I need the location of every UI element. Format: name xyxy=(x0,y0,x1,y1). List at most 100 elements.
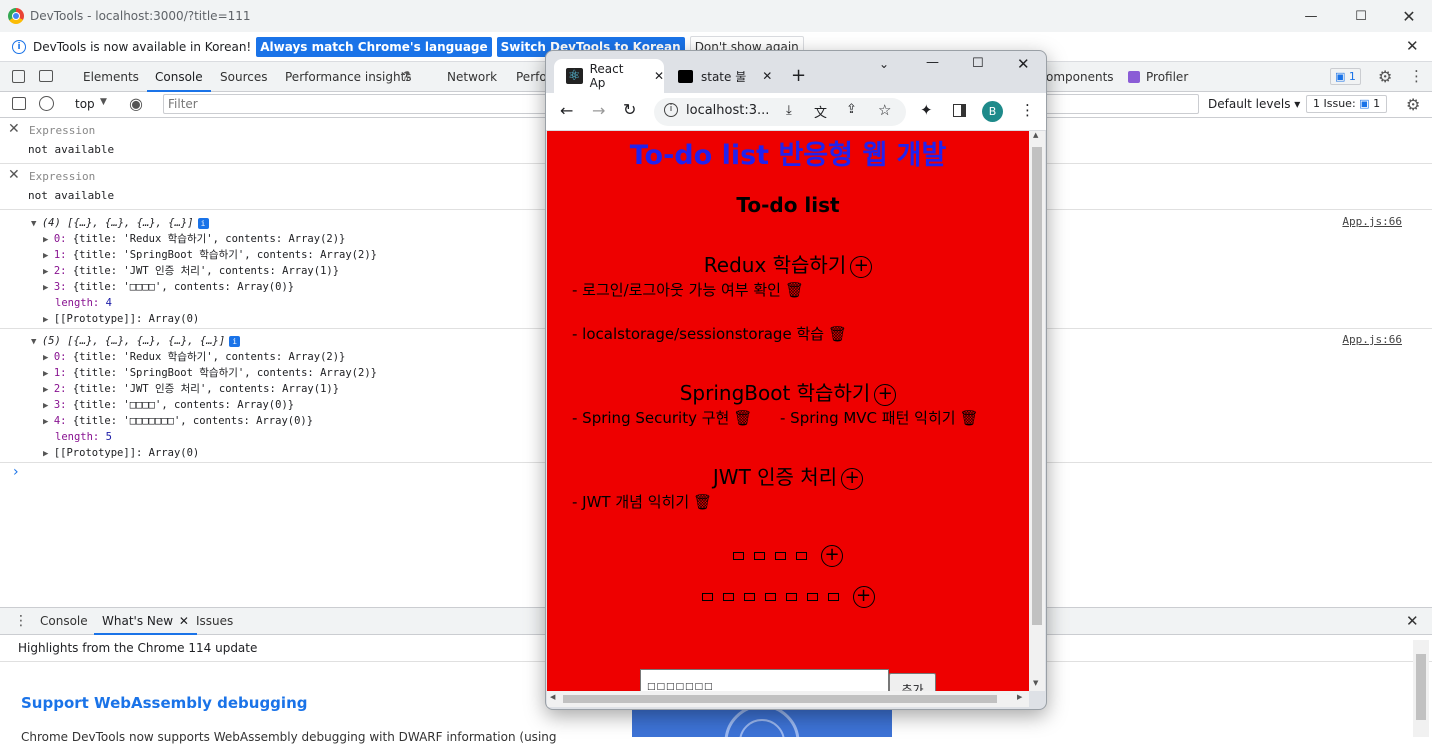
array-header[interactable]: ▼ (4) [{…}, {…}, {…}, {…}] i xyxy=(31,215,209,231)
array-item[interactable]: ▶ 1: {title: 'SpringBoot 학습하기', contents… xyxy=(43,365,377,381)
drawer-scrollbar[interactable] xyxy=(1413,640,1429,737)
drawer-menu-icon[interactable]: ⋮ xyxy=(14,613,28,629)
close-window-button[interactable]: ✕ xyxy=(1386,0,1432,32)
address-bar[interactable]: i localhost:3... ⤓ 文 ⇪ ☆ xyxy=(654,98,906,126)
tab-search-icon[interactable]: ⌄ xyxy=(879,57,889,71)
expression-label[interactable]: Expression xyxy=(29,124,95,137)
tab-network[interactable]: Network xyxy=(447,62,497,92)
popup-minimize-button[interactable]: — xyxy=(926,55,939,70)
array-item[interactable]: ▶ 1: {title: 'SpringBoot 학습하기', contents… xyxy=(43,247,377,263)
drawer-tab-issues[interactable]: Issues xyxy=(196,608,233,635)
drawer-tab-whats-new[interactable]: What's New ✕ xyxy=(94,608,197,635)
whats-new-title[interactable]: Support WebAssembly debugging xyxy=(21,694,307,712)
popup-horizontal-scrollbar[interactable]: ◀ ▶ xyxy=(547,691,1029,707)
expression-label[interactable]: Expression xyxy=(29,170,95,183)
popup-hscrollbar-thumb[interactable] xyxy=(563,695,997,703)
add-item-circle-icon[interactable]: + xyxy=(821,545,843,567)
array-prototype[interactable]: ▶ [[Prototype]]: Array(0) xyxy=(43,311,199,327)
extensions-puzzle-icon[interactable]: ✦ xyxy=(920,101,933,119)
scroll-up-icon[interactable]: ▲ xyxy=(1033,131,1038,139)
popup-close-button[interactable]: ✕ xyxy=(1017,55,1030,73)
trash-icon[interactable]: 🗑 xyxy=(828,325,847,343)
context-selector[interactable]: top xyxy=(75,97,95,111)
profile-avatar[interactable]: B xyxy=(982,101,1003,122)
array-item[interactable]: ▶ 2: {title: 'JWT 인증 처리', contents: Arra… xyxy=(43,263,339,279)
site-info-icon[interactable]: i xyxy=(664,103,678,117)
reload-icon[interactable]: ↻ xyxy=(623,100,636,119)
new-tab-icon[interactable]: + xyxy=(791,65,806,86)
popup-tab-state[interactable]: state 불 ✕ xyxy=(666,59,778,93)
trash-icon[interactable]: 🗑 xyxy=(693,493,712,511)
inspect-element-icon[interactable] xyxy=(12,70,25,83)
add-button[interactable]: 추가 xyxy=(889,673,936,691)
array-item[interactable]: ▶ 3: {title: '□□□□', contents: Array(0)} xyxy=(43,279,294,295)
remove-expression-icon[interactable]: ✕ xyxy=(8,167,20,183)
forward-arrow-icon[interactable]: → xyxy=(592,101,605,120)
array-item[interactable]: ▶ 0: {title: 'Redux 학습하기', contents: Arr… xyxy=(43,231,345,247)
tab-components[interactable]: omponents xyxy=(1046,62,1114,92)
close-tab-icon[interactable]: ✕ xyxy=(654,69,664,83)
browser-menu-icon[interactable]: ⋮ xyxy=(1020,101,1035,119)
clear-console-icon[interactable] xyxy=(39,96,54,111)
more-options-icon[interactable]: ⋮ xyxy=(1409,67,1424,85)
trash-icon[interactable]: 🗑 xyxy=(733,409,752,427)
drawer-tab-console[interactable]: Console xyxy=(40,608,88,635)
device-toolbar-icon[interactable] xyxy=(39,70,53,82)
tab-elements[interactable]: Elements xyxy=(83,62,139,92)
console-prompt[interactable]: › xyxy=(13,464,19,480)
new-group-input[interactable]: □□□□□□□ xyxy=(640,669,889,691)
settings-gear-icon[interactable]: ⚙ xyxy=(1378,67,1392,86)
array-prototype[interactable]: ▶ [[Prototype]]: Array(0) xyxy=(43,445,199,461)
live-expression-eye-icon[interactable]: ◉ xyxy=(129,94,143,113)
close-tab-icon[interactable]: ✕ xyxy=(179,614,189,628)
log-levels-dropdown[interactable]: Default levels ▾ xyxy=(1208,97,1300,111)
tab-profiler[interactable]: Profiler xyxy=(1146,62,1188,92)
issues-counter[interactable]: 1 Issue: ▣ 1 xyxy=(1306,95,1388,113)
array-item[interactable]: ▶ 2: {title: 'JWT 인증 처리', contents: Arra… xyxy=(43,381,339,397)
group-title: SpringBoot 학습하기 + xyxy=(547,377,1029,406)
sidebar-toggle-icon[interactable] xyxy=(12,97,26,110)
array-item[interactable]: ▶ 4: {title: '□□□□□□□', contents: Array(… xyxy=(43,413,313,429)
scroll-right-icon[interactable]: ▶ xyxy=(1017,693,1022,701)
side-panel-icon[interactable] xyxy=(953,104,966,117)
tab-sources[interactable]: Sources xyxy=(220,62,267,92)
messages-badge[interactable]: ▣ 1 xyxy=(1330,68,1361,85)
popup-scrollbar-thumb[interactable] xyxy=(1032,147,1042,625)
console-settings-icon[interactable]: ⚙ xyxy=(1406,95,1420,114)
add-item-circle-icon[interactable]: + xyxy=(850,255,873,278)
tab-performance[interactable]: Perfo xyxy=(516,62,547,92)
source-link[interactable]: App.js:66 xyxy=(1342,333,1402,346)
remove-expression-icon[interactable]: ✕ xyxy=(8,121,20,137)
close-infobar-icon[interactable]: ✕ xyxy=(1406,37,1419,55)
popup-maximize-button[interactable]: ☐ xyxy=(972,56,984,71)
maximize-button[interactable]: ☐ xyxy=(1338,0,1384,32)
add-item-circle-icon[interactable]: + xyxy=(841,467,864,490)
share-icon[interactable]: ⇪ xyxy=(846,102,857,117)
close-tab-icon[interactable]: ✕ xyxy=(762,69,772,83)
url-text[interactable]: localhost:3... xyxy=(686,103,769,118)
array-item[interactable]: ▶ 3: {title: '□□□□', contents: Array(0)} xyxy=(43,397,294,413)
match-language-button[interactable]: Always match Chrome's language xyxy=(256,36,492,57)
add-item-circle-icon[interactable]: + xyxy=(852,586,875,608)
scroll-down-icon[interactable]: ▼ xyxy=(1033,679,1038,687)
chevron-down-icon[interactable]: ▼ xyxy=(100,97,107,107)
trash-icon[interactable]: 🗑 xyxy=(785,281,804,299)
drawer-scrollbar-thumb[interactable] xyxy=(1416,654,1426,720)
scroll-left-icon[interactable]: ◀ xyxy=(550,693,555,701)
minimize-button[interactable]: — xyxy=(1288,0,1334,32)
array-header[interactable]: ▼ (5) [{…}, {…}, {…}, {…}, {…}] i xyxy=(31,333,241,349)
back-arrow-icon[interactable]: ← xyxy=(560,101,573,120)
tab-performance-insights[interactable]: Performance insights xyxy=(285,62,412,92)
close-drawer-icon[interactable]: ✕ xyxy=(1406,612,1419,630)
install-app-icon[interactable]: ⤓ xyxy=(786,103,792,118)
tab-console[interactable]: Console xyxy=(147,62,211,92)
array-item[interactable]: ▶ 0: {title: 'Redux 학습하기', contents: Arr… xyxy=(43,349,345,365)
add-item-circle-icon[interactable]: + xyxy=(874,383,897,406)
translate-icon[interactable]: 文 xyxy=(814,102,827,121)
trash-icon[interactable]: 🗑 xyxy=(960,409,979,427)
info-icon: i xyxy=(12,39,26,54)
popup-vertical-scrollbar[interactable]: ▲ ▼ xyxy=(1029,131,1045,691)
source-link[interactable]: App.js:66 xyxy=(1342,215,1402,228)
bookmark-star-icon[interactable]: ☆ xyxy=(878,101,891,119)
popup-tab-react-app[interactable]: ⚛ React Ap ✕ xyxy=(554,59,664,93)
